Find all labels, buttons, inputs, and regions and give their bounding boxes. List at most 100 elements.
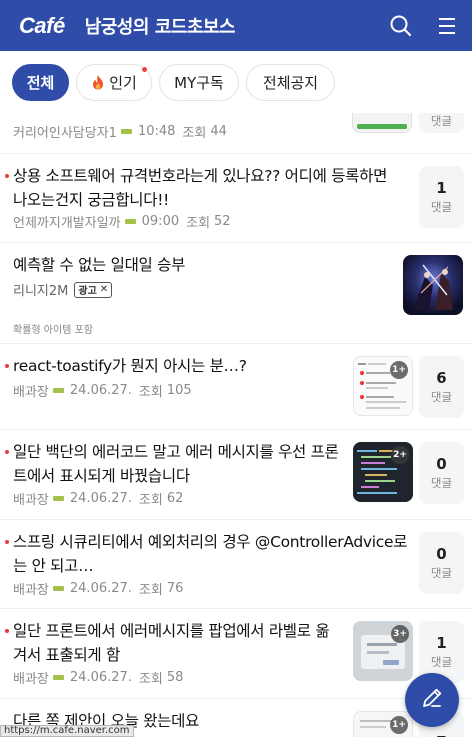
post-title[interactable]: react-toastify가 뭔지 아시는 분…? [13,354,343,378]
new-post-dot [5,540,9,544]
views-label: 조회 [138,493,163,508]
ad-badge-label: 광고 [78,286,97,297]
views-count: 58 [166,670,184,685]
views-count: 62 [166,491,184,506]
member-level-icon [120,129,132,134]
post-date: 24.06.27. [69,581,132,596]
views-count: 105 [166,383,192,398]
list-item[interactable]: 스프링 시큐리티에서 예외처리의 경우 @ControllerAdvice로는 … [0,520,472,609]
views-label: 조회 [138,583,163,598]
image-count-badge: 2+ [391,446,409,464]
views-count: 52 [214,214,231,229]
tab-my-subscriptions[interactable]: MY구독 [159,63,239,101]
comment-count: 7 [436,733,446,737]
views-count: 44 [210,124,227,139]
post-meta: 배과장 24.06.27. 조회 76 [13,579,183,598]
post-date: 24.06.27. [69,491,132,506]
image-count-badge: 3+ [391,625,409,643]
image-count-badge: 1+ [390,361,408,379]
ad-item[interactable]: 예측할 수 없는 일대일 승부 리니지2M 광고 ✕ 확률형 아이템 포함 [0,243,472,344]
tab-all-notices[interactable]: 전체공지 [246,63,335,101]
post-feed: 커리어인사담당자1 10:48 조회 44 댓글 상용 소프트웨어 규격번호라는게 있… [0,113,472,737]
comment-label: 댓글 [430,476,453,490]
tab-popular[interactable]: 인기 [76,63,152,101]
list-item[interactable]: 일단 프론트에서 에러메시지를 팝업에서 라벨로 옮겨서 표출되게 함 배과장 2… [0,609,472,699]
ad-badge[interactable]: 광고 ✕ [74,281,113,298]
comment-label: 댓글 [430,566,453,580]
post-title[interactable]: 일단 프론트에서 에러메시지를 팝업에서 라벨로 옮겨서 표출되게 함 [13,619,343,667]
post-author: 언제까지개발자일까 [13,216,121,231]
new-post-dot [5,174,9,178]
tab-label: MY구독 [174,73,224,92]
ad-title[interactable]: 예측할 수 없는 일대일 승부 [13,253,393,277]
comment-label: 댓글 [430,200,453,214]
pencil-icon [419,685,445,715]
search-icon[interactable] [388,13,414,39]
post-meta: 커리어인사담당자1 10:48 조회 44 [13,122,227,141]
comment-count-box[interactable]: 6 댓글 [419,356,464,418]
list-item[interactable]: 상용 소프트웨어 규격번호라는게 있나요?? 어디에 등록하면 나오는건지 궁금… [0,154,472,243]
ad-notice: 확률형 아이템 포함 [13,325,93,336]
comment-count-box[interactable]: 0 댓글 [419,442,464,504]
post-meta: 언제까지개발자일까 09:00 조회 52 [13,212,231,231]
new-post-dot [5,364,9,368]
comment-label: 댓글 [430,655,453,669]
comment-label: 댓글 [430,390,453,404]
post-meta: 배과장 24.06.27. 조회 105 [13,381,192,400]
post-thumbnail[interactable]: 2+ [353,442,413,502]
comment-count: 6 [436,369,447,387]
tab-label: 전체공지 [262,73,319,92]
tab-all[interactable]: 전체 [12,63,69,101]
views-label: 조회 [138,385,163,400]
image-count-badge: 1+ [390,716,408,734]
tab-label: 인기 [109,73,137,92]
list-item[interactable]: 일단 백단의 에러코드 말고 에러 메시지를 우선 프론트에서 표시되게 바꿨습… [0,430,472,520]
comment-label: 댓글 [430,114,453,128]
list-item[interactable]: 커리어인사담당자1 10:48 조회 44 댓글 [0,113,472,154]
hamburger-menu-icon[interactable] [434,13,460,39]
app-bar: Café 남궁성의 코드초보스 [0,0,472,51]
views-label: 조회 [186,216,211,231]
post-author: 커리어인사담당자1 [13,126,117,141]
member-level-icon [52,675,64,680]
member-level-icon [52,586,64,591]
post-meta: 배과장 24.06.27. 조회 58 [13,668,183,687]
new-indicator-dot [142,66,147,72]
post-meta: 배과장 24.06.27. 조회 62 [13,489,183,508]
post-date: 24.06.27. [69,383,132,398]
post-thumbnail[interactable]: 3+ [353,621,413,681]
views-label: 조회 [138,672,163,687]
ad-thumbnail[interactable] [403,255,463,315]
write-post-button[interactable] [405,673,459,727]
post-title[interactable]: 스프링 시큐리티에서 예외처리의 경우 @ControllerAdvice로는 … [13,530,408,578]
post-title[interactable]: 상용 소프트웨어 규격번호라는게 있나요?? 어디에 등록하면 나오는건지 궁금… [13,164,403,212]
comment-count: 0 [436,455,447,473]
ad-close-icon[interactable]: ✕ [100,284,108,295]
comment-count-box[interactable]: 0 댓글 [419,532,464,594]
post-author: 배과장 [13,493,49,508]
views-count: 76 [166,581,184,596]
tab-label: 전체 [26,73,55,92]
board-tabs: 전체 인기 MY구독 전체공지 [0,51,472,113]
comment-count: 1 [436,179,447,197]
cafe-title[interactable]: 남궁성의 코드초보스 [85,13,236,39]
post-author: 배과장 [13,385,49,400]
member-level-icon [124,219,136,224]
comment-count: 0 [436,545,447,563]
member-level-icon [52,496,64,501]
post-title[interactable]: 일단 백단의 에러코드 말고 에러 메시지를 우선 프론트에서 표시되게 바꿨습… [13,440,343,488]
member-level-icon [52,388,64,393]
cafe-logo[interactable]: Café [19,13,65,39]
post-thumbnail[interactable] [352,113,412,133]
list-item[interactable]: react-toastify가 뭔지 아시는 분…? 배과장 24.06.27. 조… [0,344,472,430]
new-post-dot [5,450,9,454]
ad-advertiser: 리니지2M [13,284,69,299]
comment-count-box[interactable]: 1 댓글 [419,166,464,228]
new-post-dot [5,629,9,633]
post-time: 10:48 [137,124,176,139]
comment-count-box[interactable]: 댓글 [419,113,464,133]
browser-status-url: https://m.cafe.naver.com [0,725,134,737]
post-time: 09:00 [141,214,180,229]
post-thumbnail[interactable]: 1+ [353,356,413,416]
post-thumbnail[interactable]: 1+ [353,711,413,737]
